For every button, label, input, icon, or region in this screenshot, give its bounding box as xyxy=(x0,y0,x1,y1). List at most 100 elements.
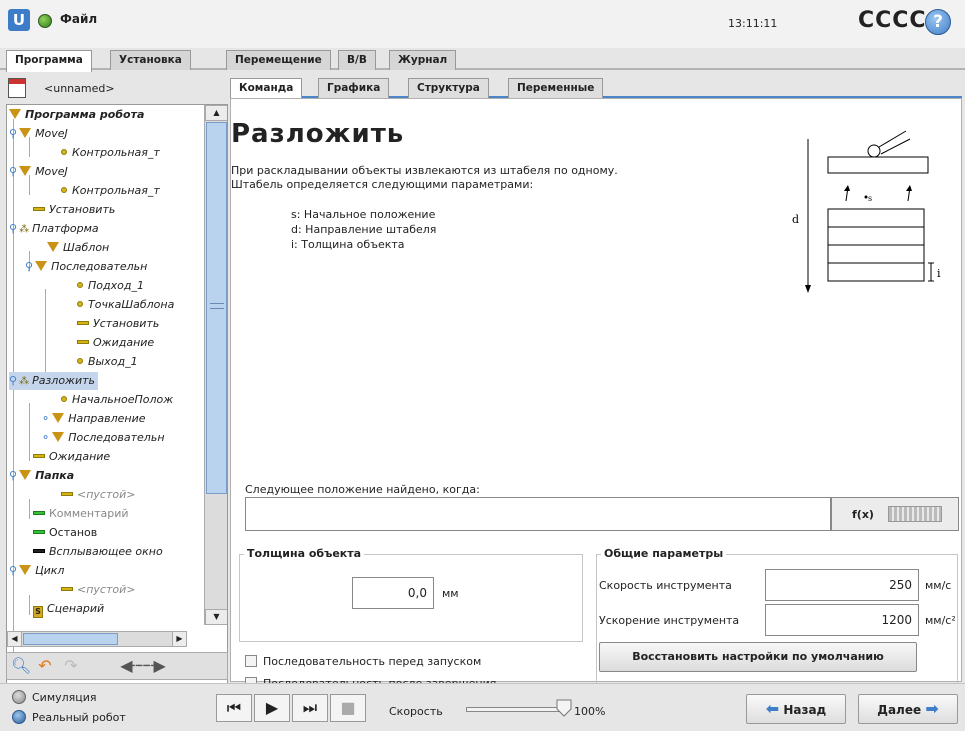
scroll-up-icon[interactable]: ▲ xyxy=(205,105,227,121)
tab-installation[interactable]: Установка xyxy=(110,50,191,70)
tool-accel-label: Ускорение инструмента xyxy=(599,614,740,627)
tree-item-set[interactable]: Установить xyxy=(33,201,115,219)
triangle-icon xyxy=(19,565,32,575)
scroll-right-icon[interactable]: ▶ xyxy=(172,632,186,646)
tab-io[interactable]: В/В xyxy=(338,50,376,70)
page-title: Разложить xyxy=(231,119,405,149)
tool-accel-input[interactable]: 1200 xyxy=(765,604,919,636)
tab-graphics[interactable]: Графика xyxy=(318,78,390,98)
tree-item-direction[interactable]: ⚬ Направление xyxy=(41,410,146,428)
stop-icon[interactable]: ■ xyxy=(330,694,366,722)
restore-defaults-button[interactable]: Восстановить настройки по умолчанию xyxy=(599,642,917,672)
real-robot-radio-icon[interactable] xyxy=(12,710,26,724)
file-menu[interactable]: Файл xyxy=(60,12,97,26)
mode-real-robot[interactable]: Реальный робот xyxy=(12,710,126,724)
rewind-icon[interactable]: ⏮ xyxy=(216,694,252,722)
tree-item-waypoint[interactable]: Выход_1 xyxy=(77,353,138,371)
scroll-thumb[interactable] xyxy=(23,633,118,645)
help-icon[interactable]: ? xyxy=(925,9,951,35)
tool-speed-input[interactable]: 250 xyxy=(765,569,919,601)
tree-item-waypoint[interactable]: Контрольная_т xyxy=(61,182,160,200)
seq-before-checkbox[interactable] xyxy=(245,655,257,667)
fx-button[interactable]: f(x) xyxy=(831,497,959,531)
next-button[interactable]: Далее ➡ xyxy=(858,694,958,724)
tree-item-label: Ожидание xyxy=(49,450,111,463)
search-icon[interactable]: 🔍︎ xyxy=(11,655,31,677)
scroll-thumb[interactable] xyxy=(206,122,227,494)
expression-input[interactable] xyxy=(245,497,831,531)
tree-item-pallet[interactable]: ⚲ ⁂ Платформа xyxy=(9,220,99,238)
tab-variables[interactable]: Переменные xyxy=(508,78,604,98)
globe-icon[interactable] xyxy=(38,14,52,28)
tree-item-empty[interactable]: <пустой> xyxy=(61,486,135,504)
tree-item-label: <пустой> xyxy=(77,488,136,501)
tab-log[interactable]: Журнал xyxy=(389,50,457,70)
tree-horizontal-scrollbar[interactable]: ◀ ▶ xyxy=(7,631,187,647)
step-icon[interactable]: ⏭ xyxy=(292,694,328,722)
arrow-left-icon: ⬅ xyxy=(765,699,780,718)
tree-item-sequence[interactable]: ⚬ Последовательн xyxy=(41,429,165,447)
param-start-position: s: Начальное положение xyxy=(291,208,436,221)
ur-logo-icon: U xyxy=(8,9,30,31)
cut-paste-arrow-icon[interactable]: ◀╌╌╌▶ xyxy=(87,655,197,677)
tab-structure[interactable]: Структура xyxy=(408,78,489,98)
next-position-label: Следующее положение найдено, когда: xyxy=(245,483,480,496)
tab-move[interactable]: Перемещение xyxy=(226,50,331,70)
comment-icon xyxy=(33,511,45,515)
tree-item-empty[interactable]: <пустой> xyxy=(61,581,135,599)
tree-item-halt[interactable]: Останов xyxy=(33,524,97,542)
tree-item-wait[interactable]: Ожидание xyxy=(33,448,110,466)
popup-icon xyxy=(33,549,45,553)
arrow-right-icon: ➡ xyxy=(925,699,939,718)
tree-item-unstack[interactable]: ⚲ ⁂ Разложить xyxy=(9,372,98,390)
redo-icon[interactable]: ↷ xyxy=(59,655,83,677)
tree-item-loop[interactable]: ⚲ Цикл xyxy=(9,562,64,580)
general-params-group: Общие параметры Скорость инструмента 250… xyxy=(596,547,958,696)
back-button[interactable]: ⬅ Назад xyxy=(746,694,846,724)
tree-item-label: Ожидание xyxy=(93,336,155,349)
thickness-input[interactable]: 0,0 xyxy=(352,577,434,609)
simulation-radio-icon[interactable] xyxy=(12,690,26,704)
tree-item-label: MoveJ xyxy=(35,165,68,178)
tree-item-waypoint[interactable]: Контрольная_т xyxy=(61,144,160,162)
triangle-icon xyxy=(47,242,59,252)
tree-vertical-scrollbar[interactable]: ▲ ▼ xyxy=(204,105,227,625)
tree-item-start-pos[interactable]: НачальноеПолож xyxy=(61,391,173,409)
tree-item-movej[interactable]: ⚲ MoveJ xyxy=(9,163,68,181)
description-line: Штабель определяется следующими параметр… xyxy=(231,178,534,191)
tab-program[interactable]: Программа xyxy=(6,50,92,72)
speed-slider-thumb[interactable] xyxy=(556,699,572,717)
play-icon[interactable]: ▶ xyxy=(254,694,290,722)
tree-item-wait[interactable]: Ожидание xyxy=(77,334,154,352)
tree-item-script[interactable]: S Сценарий xyxy=(33,600,104,618)
tree-item-folder[interactable]: ⚲ Папка xyxy=(9,467,74,485)
tree-item-label: Папка xyxy=(35,469,75,482)
tree-item-robot-program[interactable]: Программа робота xyxy=(9,106,144,124)
seq-before-row[interactable]: Последовательность перед запуском xyxy=(245,655,481,668)
tree-item-waypoint[interactable]: Подход_1 xyxy=(77,277,144,295)
tree-guide-line xyxy=(29,595,30,615)
tree-item-waypoint[interactable]: ТочкаШаблона xyxy=(77,296,174,314)
tree-item-set[interactable]: Установить xyxy=(77,315,159,333)
tree-item-label: Всплывающее окно xyxy=(49,545,163,558)
tree-item-label: Установить xyxy=(93,317,160,330)
command-panel: Разложить При раскладывании объекты извл… xyxy=(230,98,962,696)
program-header: <unnamed> xyxy=(6,76,228,102)
program-file-icon[interactable] xyxy=(8,78,26,98)
tree-item-sequence[interactable]: ⚲ Последовательн xyxy=(25,258,147,276)
scroll-left-icon[interactable]: ◀ xyxy=(8,632,22,646)
tool-accel-unit: мм/с² xyxy=(925,614,956,627)
tree-item-pattern[interactable]: Шаблон xyxy=(47,239,109,257)
tree-item-popup[interactable]: Всплывающее окно xyxy=(33,543,163,561)
parameter-list: s: Начальное положение d: Направление шт… xyxy=(291,207,436,252)
mode-simulation[interactable]: Симуляция xyxy=(12,690,97,704)
tree-item-comment[interactable]: Комментарий xyxy=(33,505,129,523)
tree-item-movej[interactable]: ⚲ MoveJ xyxy=(9,125,68,143)
triangle-icon xyxy=(19,166,32,176)
scroll-down-icon[interactable]: ▼ xyxy=(205,609,227,625)
undo-icon[interactable]: ↶ xyxy=(33,655,57,677)
speed-slider-track[interactable] xyxy=(466,707,566,712)
tree-guide-line xyxy=(45,289,46,379)
tab-command[interactable]: Команда xyxy=(230,78,303,98)
back-label: Назад xyxy=(783,703,827,717)
